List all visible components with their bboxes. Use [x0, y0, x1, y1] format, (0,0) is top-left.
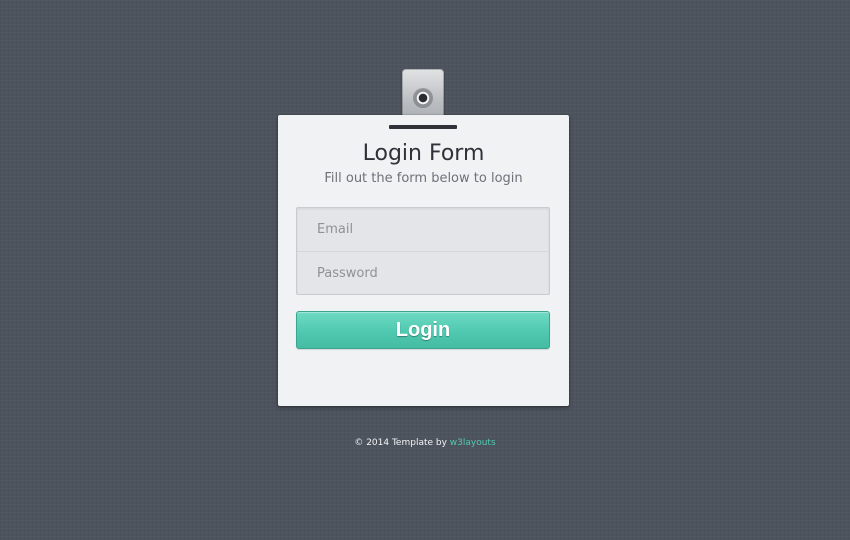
footer-link-w3layouts[interactable]: w3layouts [450, 438, 496, 448]
password-field[interactable] [297, 251, 549, 294]
page-title: Login Form [362, 141, 485, 166]
clip-bar [389, 125, 457, 129]
email-field[interactable] [297, 208, 549, 251]
login-button[interactable]: Login [296, 311, 550, 349]
login-fields-group [296, 207, 550, 295]
footer: © 2014 Template by w3layouts [0, 437, 850, 449]
clip-hole-icon [414, 89, 432, 107]
footer-copyright: © 2014 Template by [354, 438, 450, 448]
login-card: Login Form Fill out the form below to lo… [278, 115, 569, 406]
page-subtitle: Fill out the form below to login [324, 171, 523, 186]
